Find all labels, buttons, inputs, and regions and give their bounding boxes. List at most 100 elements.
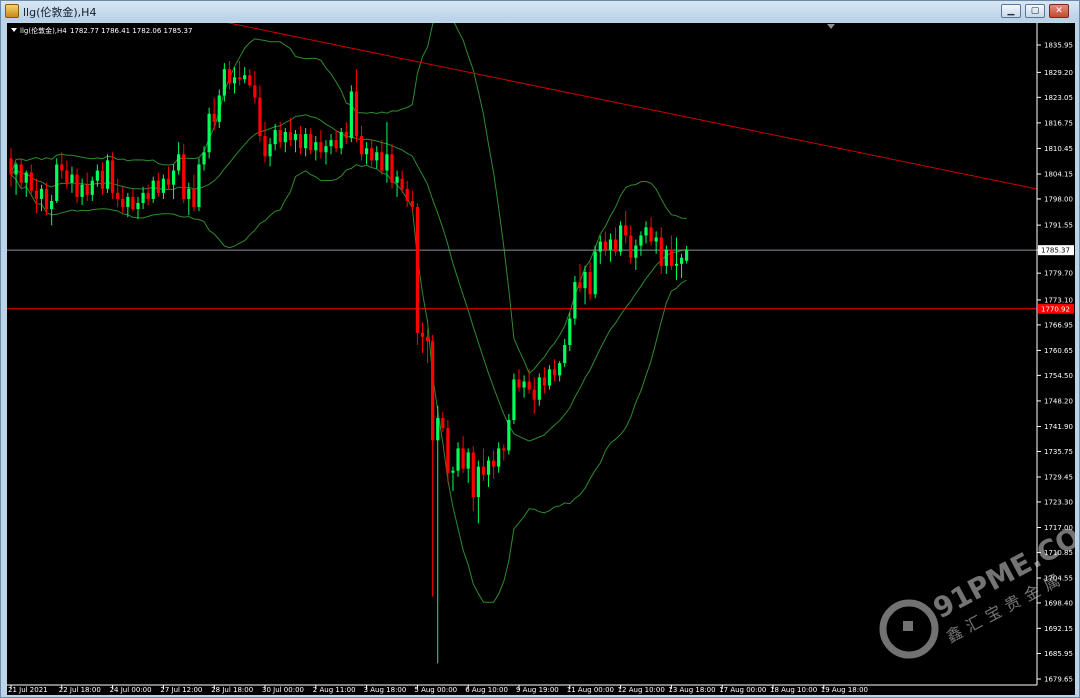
candle[interactable] bbox=[405, 180, 409, 208]
candle[interactable] bbox=[126, 192, 130, 218]
candle[interactable] bbox=[639, 231, 643, 256]
candle[interactable] bbox=[685, 245, 689, 264]
candle[interactable] bbox=[324, 140, 328, 165]
candle[interactable] bbox=[65, 160, 69, 189]
candle[interactable] bbox=[136, 196, 140, 220]
candle[interactable] bbox=[420, 322, 425, 354]
candle[interactable] bbox=[634, 239, 638, 270]
candle[interactable] bbox=[121, 186, 125, 214]
candle[interactable] bbox=[111, 152, 115, 199]
candle[interactable] bbox=[232, 67, 237, 94]
candle[interactable] bbox=[55, 158, 59, 203]
candle[interactable] bbox=[492, 450, 496, 479]
candle[interactable] bbox=[314, 136, 318, 161]
candle[interactable] bbox=[75, 168, 79, 203]
candle[interactable] bbox=[588, 261, 592, 301]
candle[interactable] bbox=[497, 442, 501, 473]
minimize-button[interactable]: ▁ bbox=[1001, 4, 1021, 18]
candle[interactable] bbox=[182, 144, 186, 203]
candle[interactable] bbox=[542, 367, 546, 394]
candle[interactable] bbox=[461, 436, 465, 473]
candle[interactable] bbox=[624, 211, 628, 244]
candle[interactable] bbox=[339, 127, 343, 155]
candle[interactable] bbox=[171, 164, 176, 199]
candle[interactable] bbox=[309, 127, 313, 155]
candle[interactable] bbox=[456, 442, 460, 477]
candle[interactable] bbox=[436, 405, 440, 664]
candle[interactable] bbox=[238, 61, 242, 86]
candle[interactable] bbox=[283, 127, 287, 153]
candle[interactable] bbox=[537, 373, 541, 406]
candle[interactable] bbox=[258, 85, 262, 143]
candle[interactable] bbox=[431, 334, 435, 597]
candle[interactable] bbox=[319, 129, 323, 159]
candle[interactable] bbox=[664, 245, 668, 274]
candle[interactable] bbox=[603, 231, 607, 256]
candle[interactable] bbox=[380, 140, 384, 175]
candle[interactable] bbox=[502, 444, 506, 461]
candle[interactable] bbox=[141, 186, 145, 210]
candle[interactable] bbox=[451, 466, 455, 491]
candle[interactable] bbox=[507, 413, 511, 455]
candle[interactable] bbox=[481, 448, 486, 481]
candle[interactable] bbox=[354, 69, 359, 143]
candle[interactable] bbox=[50, 194, 54, 226]
candle[interactable] bbox=[644, 221, 648, 244]
candle[interactable] bbox=[253, 71, 257, 104]
candle[interactable] bbox=[156, 172, 160, 197]
close-button[interactable]: ✕ bbox=[1049, 4, 1069, 18]
candle[interactable] bbox=[476, 460, 480, 524]
candle[interactable] bbox=[197, 158, 201, 212]
candle[interactable] bbox=[70, 166, 74, 193]
candle[interactable] bbox=[629, 225, 633, 264]
candle[interactable] bbox=[512, 373, 516, 425]
candle[interactable] bbox=[344, 121, 348, 145]
candle[interactable] bbox=[532, 377, 536, 414]
candle[interactable] bbox=[334, 129, 338, 153]
candle[interactable] bbox=[370, 140, 374, 167]
candle[interactable] bbox=[547, 365, 552, 390]
candle[interactable] bbox=[177, 142, 181, 175]
candle[interactable] bbox=[613, 227, 618, 256]
candle[interactable] bbox=[558, 361, 562, 382]
candle[interactable] bbox=[390, 144, 394, 189]
candle[interactable] bbox=[227, 61, 232, 90]
candle[interactable] bbox=[329, 134, 333, 155]
candle[interactable] bbox=[151, 176, 155, 203]
candle[interactable] bbox=[24, 170, 28, 197]
candle[interactable] bbox=[85, 172, 89, 201]
candle[interactable] bbox=[563, 338, 567, 368]
candle[interactable] bbox=[131, 188, 135, 212]
candle[interactable] bbox=[410, 190, 414, 212]
candle[interactable] bbox=[161, 174, 165, 199]
candle[interactable] bbox=[517, 369, 521, 392]
candle[interactable] bbox=[669, 235, 673, 270]
candle[interactable] bbox=[608, 233, 613, 262]
candle[interactable] bbox=[273, 123, 277, 151]
candle[interactable] bbox=[60, 152, 64, 179]
candle[interactable] bbox=[593, 245, 597, 299]
price-chart[interactable]: 1770.92 1785.37 1835.95 1829.20 1823.05 1816… bbox=[7, 23, 1075, 695]
candle[interactable] bbox=[349, 85, 353, 143]
candle[interactable] bbox=[619, 221, 623, 256]
candle[interactable] bbox=[90, 176, 94, 201]
candle[interactable] bbox=[248, 69, 252, 88]
candle[interactable] bbox=[441, 411, 445, 433]
candle[interactable] bbox=[263, 121, 267, 163]
candle[interactable] bbox=[466, 448, 470, 483]
candle[interactable] bbox=[243, 67, 247, 84]
candle[interactable] bbox=[192, 174, 196, 212]
restore-button[interactable]: ▢ bbox=[1025, 4, 1045, 18]
candle[interactable] bbox=[415, 202, 419, 345]
candle[interactable] bbox=[39, 184, 44, 212]
candle[interactable] bbox=[100, 162, 105, 195]
candle[interactable] bbox=[552, 359, 557, 382]
candle[interactable] bbox=[268, 138, 272, 167]
candle[interactable] bbox=[471, 446, 475, 512]
candle[interactable] bbox=[19, 158, 23, 189]
candle[interactable] bbox=[359, 125, 364, 161]
candle[interactable] bbox=[166, 166, 171, 189]
candle[interactable] bbox=[80, 178, 84, 206]
candle[interactable] bbox=[293, 129, 298, 153]
candle[interactable] bbox=[207, 107, 211, 159]
